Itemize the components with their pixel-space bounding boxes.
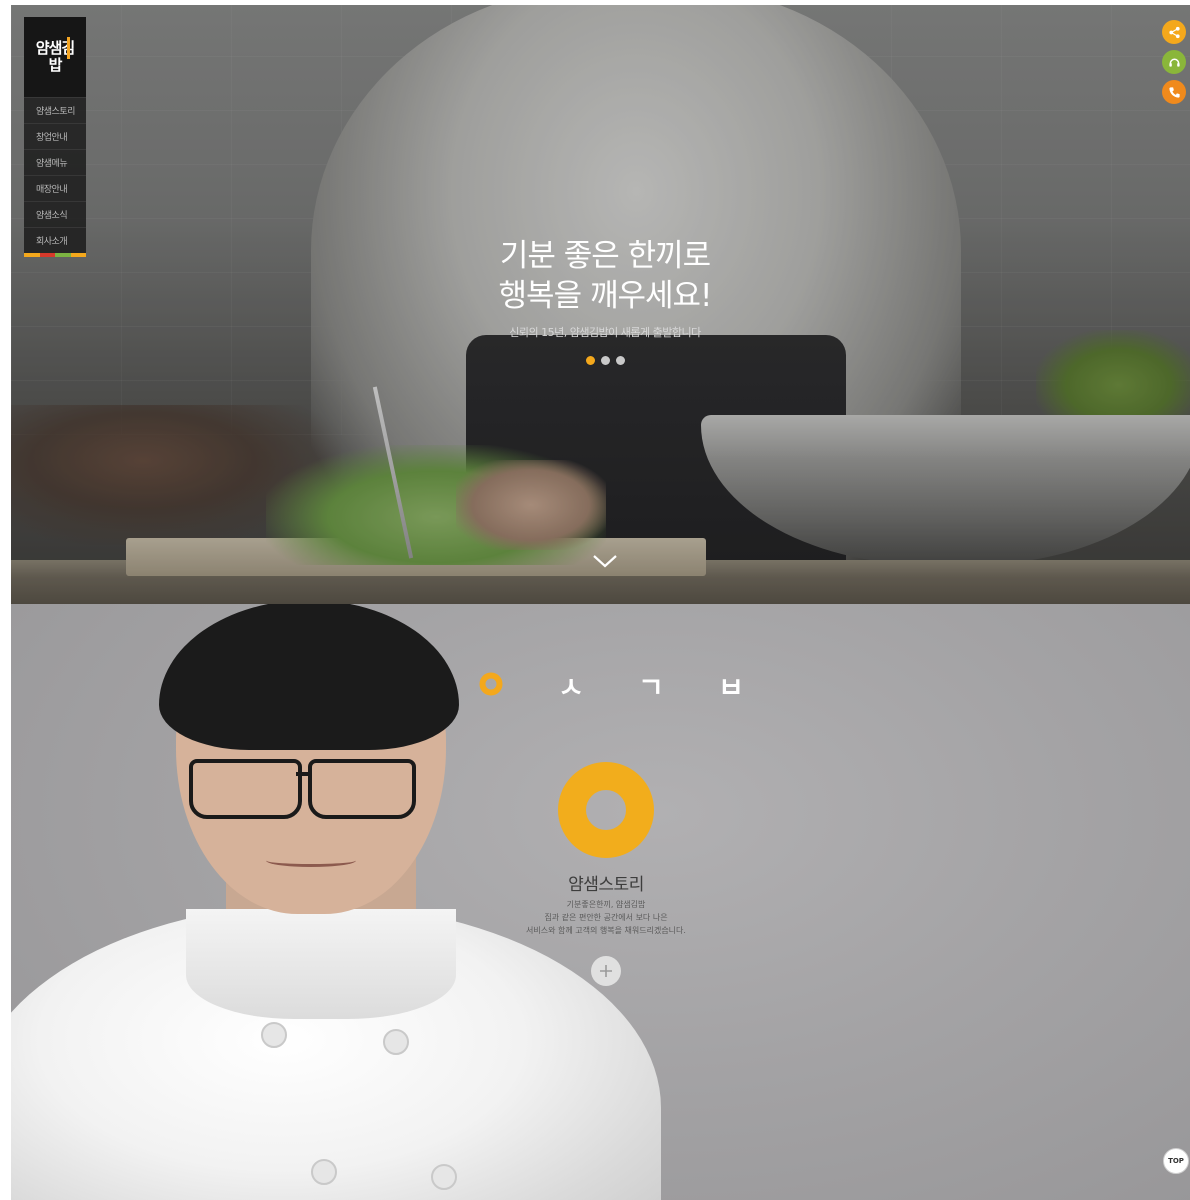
glasses-right-lens bbox=[308, 759, 416, 819]
hero-title: 기분 좋은 한끼로 행복을 깨우세요! bbox=[400, 236, 810, 316]
nav-item-news[interactable]: 얌샘소식 bbox=[24, 201, 86, 227]
logo-accent-bar bbox=[67, 37, 70, 59]
slide-dot-2[interactable] bbox=[600, 356, 610, 365]
stripe-segment bbox=[39, 253, 55, 257]
plus-icon bbox=[600, 965, 612, 977]
hero-title-line1: 기분 좋은 한끼로 bbox=[499, 238, 711, 274]
letter-tab-2[interactable]: ㅅ bbox=[556, 666, 586, 706]
slide-dot-1[interactable] bbox=[585, 356, 595, 365]
nav-item-franchise[interactable]: 창업안내 bbox=[24, 123, 86, 149]
story-title: 얌샘스토리 bbox=[568, 875, 644, 895]
nav-color-stripe bbox=[24, 253, 86, 257]
chef-hair bbox=[159, 604, 459, 750]
slide-dot-3[interactable] bbox=[615, 356, 625, 365]
letter-tab-3[interactable]: ㄱ bbox=[636, 666, 666, 706]
stripe-segment bbox=[70, 253, 86, 257]
nav-menu: 얌샘스토리 창업안내 얌샘메뉴 매장안내 얌샘소식 회사소개 bbox=[24, 97, 86, 253]
coat-button bbox=[311, 1159, 337, 1185]
story-desc-line3: 서비스와 함께 고객의 행복을 채워드리겠습니다. bbox=[526, 926, 686, 935]
nav-item-company[interactable]: 회사소개 bbox=[24, 227, 86, 253]
side-navigation: 얌샘김밥 얌샘스토리 창업안내 얌샘메뉴 매장안내 얌샘소식 회사소개 bbox=[24, 17, 86, 257]
story-section: ㅅ ㄱ ㅂ 얌샘스토리 기분좋은한끼, 얌샘김밥 집과 같은 편안한 공간에서 … bbox=[11, 604, 1190, 1200]
story-desc-line1: 기분좋은한끼, 얌샘김밥 bbox=[566, 900, 646, 909]
support-button[interactable] bbox=[1162, 50, 1186, 74]
back-to-top-button[interactable]: TOP bbox=[1163, 1148, 1189, 1174]
hero-title-line2: 행복을 깨우세요! bbox=[498, 278, 713, 314]
quick-buttons bbox=[1162, 20, 1186, 104]
coat-button bbox=[431, 1164, 457, 1190]
circle-letter-icon bbox=[479, 672, 503, 695]
letter-tab-1[interactable] bbox=[476, 670, 506, 703]
glasses-bridge bbox=[296, 772, 310, 776]
hero-subtitle: 신뢰의 15년, 얌샘김밥이 새롭게 출발합니다 bbox=[509, 326, 701, 339]
call-button[interactable] bbox=[1162, 80, 1186, 104]
stripe-segment bbox=[24, 253, 40, 257]
story-ring-graphic bbox=[558, 762, 654, 858]
stripe-segment bbox=[55, 253, 71, 257]
chef-collar bbox=[186, 909, 456, 1019]
more-button[interactable] bbox=[591, 956, 621, 986]
story-letter-tabs: ㅅ ㄱ ㅂ bbox=[476, 666, 746, 706]
scroll-down-button[interactable] bbox=[591, 553, 619, 573]
phone-icon bbox=[1168, 86, 1180, 98]
coat-button bbox=[383, 1029, 409, 1055]
chef-smile bbox=[266, 854, 356, 867]
story-description: 기분좋은한끼, 얌샘김밥 집과 같은 편안한 공간에서 보다 나은 서비스와 함… bbox=[456, 898, 756, 937]
coat-button bbox=[261, 1022, 287, 1048]
share-icon bbox=[1168, 26, 1180, 38]
glasses-left-lens bbox=[189, 759, 302, 819]
nav-item-stores[interactable]: 매장안내 bbox=[24, 175, 86, 201]
letter-tab-4[interactable]: ㅂ bbox=[716, 666, 746, 706]
nav-item-story[interactable]: 얌샘스토리 bbox=[24, 97, 86, 123]
slide-pagination bbox=[400, 356, 810, 365]
chevron-down-icon bbox=[593, 555, 617, 568]
story-desc-line2: 집과 같은 편안한 공간에서 보다 나은 bbox=[544, 913, 668, 922]
share-button[interactable] bbox=[1162, 20, 1186, 44]
logo[interactable]: 얌샘김밥 bbox=[24, 17, 86, 97]
nav-item-menu[interactable]: 얌샘메뉴 bbox=[24, 149, 86, 175]
hero-copy: 기분 좋은 한끼로 행복을 깨우세요! 신뢰의 15년, 얌샘김밥이 새롭게 출… bbox=[400, 236, 810, 365]
headset-icon bbox=[1168, 58, 1180, 67]
